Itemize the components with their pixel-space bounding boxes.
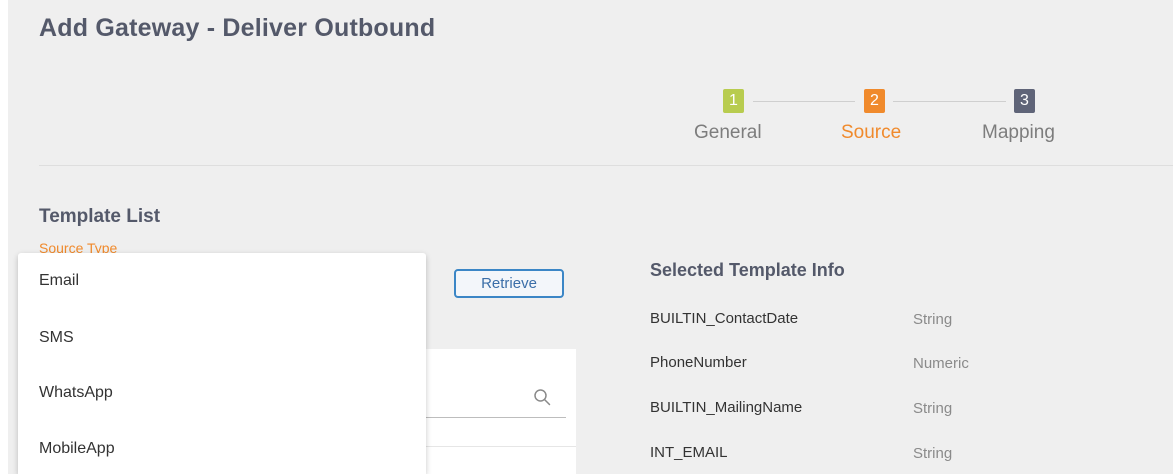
template-field-type: String bbox=[913, 400, 953, 417]
search-icon[interactable] bbox=[533, 388, 551, 406]
source-type-option-email[interactable]: Email bbox=[39, 272, 79, 290]
step-mapping-number: 3 bbox=[1014, 89, 1035, 113]
template-field-name: BUILTIN_ContactDate bbox=[650, 310, 799, 327]
template-field-type: Numeric bbox=[913, 355, 969, 372]
step-general-number: 1 bbox=[723, 89, 744, 113]
step-source-label: Source bbox=[841, 122, 902, 143]
template-list-title: Template List bbox=[39, 206, 161, 227]
header-divider bbox=[39, 165, 1173, 166]
stepper-connector-1 bbox=[753, 101, 855, 102]
retrieve-button[interactable]: Retrieve bbox=[454, 269, 564, 298]
page-title: Add Gateway - Deliver Outbound bbox=[39, 14, 436, 42]
source-type-option-mobileapp[interactable]: MobileApp bbox=[39, 440, 115, 458]
template-field-type: String bbox=[913, 311, 953, 328]
step-mapping-label: Mapping bbox=[982, 122, 1055, 143]
source-type-option-sms[interactable]: SMS bbox=[39, 329, 74, 347]
step-source-number: 2 bbox=[864, 89, 885, 113]
template-field-name: PhoneNumber bbox=[650, 354, 747, 371]
source-type-dropdown[interactable]: Email SMS WhatsApp MobileApp bbox=[18, 253, 426, 474]
step-general-label: General bbox=[694, 122, 762, 143]
template-field-type: String bbox=[913, 445, 953, 462]
page: Add Gateway - Deliver Outbound 1 General… bbox=[0, 0, 1173, 474]
selected-template-info-title: Selected Template Info bbox=[650, 260, 845, 280]
template-field-name: BUILTIN_MailingName bbox=[650, 399, 803, 416]
template-field-name: INT_EMAIL bbox=[650, 444, 728, 461]
stepper-connector-2 bbox=[893, 101, 1006, 102]
source-type-option-whatsapp[interactable]: WhatsApp bbox=[39, 384, 113, 402]
